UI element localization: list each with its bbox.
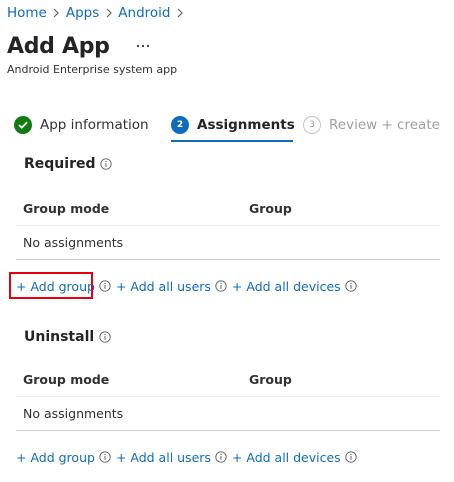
required-section-title: Required xyxy=(24,156,112,172)
info-icon[interactable] xyxy=(215,280,227,292)
uninstall-actions: + Add group + Add all users + Add all de… xyxy=(16,448,362,466)
active-step-indicator xyxy=(171,140,293,142)
info-icon[interactable] xyxy=(345,451,357,463)
info-icon[interactable] xyxy=(99,280,111,292)
info-icon[interactable] xyxy=(99,158,112,171)
page-subtitle: Android Enterprise system app xyxy=(7,63,178,76)
add-all-devices-link[interactable]: + Add all devices xyxy=(232,279,341,294)
table-row: No assignments xyxy=(16,226,440,260)
breadcrumb-apps[interactable]: Apps xyxy=(66,5,99,21)
checkmark-icon xyxy=(14,116,32,134)
breadcrumb-android[interactable]: Android xyxy=(118,5,170,21)
column-group: Group xyxy=(249,372,292,387)
chevron-right-icon xyxy=(171,4,190,22)
more-options-button[interactable] xyxy=(132,35,154,57)
chevron-right-icon xyxy=(47,4,66,22)
breadcrumb-home[interactable]: Home xyxy=(7,5,47,21)
table-header: Group mode Group xyxy=(16,363,440,397)
add-all-devices-link[interactable]: + Add all devices xyxy=(232,450,341,465)
section-title-text: Uninstall xyxy=(24,329,95,345)
required-assignments-table: Group mode Group No assignments xyxy=(16,192,440,260)
title-row: Add App xyxy=(7,31,154,61)
column-group-mode: Group mode xyxy=(23,201,110,216)
empty-text: No assignments xyxy=(23,406,124,421)
uninstall-section-title: Uninstall xyxy=(24,329,111,345)
step-label: App information xyxy=(40,117,149,133)
add-all-users-link[interactable]: + Add all users xyxy=(116,450,211,465)
breadcrumb: Home Apps Android xyxy=(7,4,190,22)
info-icon[interactable] xyxy=(215,451,227,463)
info-icon[interactable] xyxy=(345,280,357,292)
step-label: Review + create xyxy=(329,117,440,133)
add-group-link[interactable]: + Add group xyxy=(16,279,95,294)
chevron-right-icon xyxy=(99,4,118,22)
page-title: Add App xyxy=(7,33,110,59)
step-review-create[interactable]: 3 Review + create xyxy=(303,112,440,138)
empty-text: No assignments xyxy=(23,235,124,250)
info-icon[interactable] xyxy=(98,331,111,344)
column-group-mode: Group mode xyxy=(23,372,110,387)
step-label: Assignments xyxy=(197,117,295,133)
add-group-link[interactable]: + Add group xyxy=(16,450,95,465)
step-assignments[interactable]: 2 Assignments xyxy=(171,112,295,138)
required-actions: + Add group + Add all users + Add all de… xyxy=(16,277,362,295)
more-icon xyxy=(136,44,149,48)
column-group: Group xyxy=(249,201,292,216)
uninstall-assignments-table: Group mode Group No assignments xyxy=(16,363,440,431)
table-row: No assignments xyxy=(16,397,440,431)
step-number: 3 xyxy=(303,116,321,134)
wizard-steps: App information 2 Assignments 3 Review +… xyxy=(14,112,440,142)
add-all-users-link[interactable]: + Add all users xyxy=(116,279,211,294)
table-header: Group mode Group xyxy=(16,192,440,226)
step-number: 2 xyxy=(171,116,189,134)
section-title-text: Required xyxy=(24,156,96,172)
info-icon[interactable] xyxy=(99,451,111,463)
step-app-information[interactable]: App information xyxy=(14,112,149,138)
